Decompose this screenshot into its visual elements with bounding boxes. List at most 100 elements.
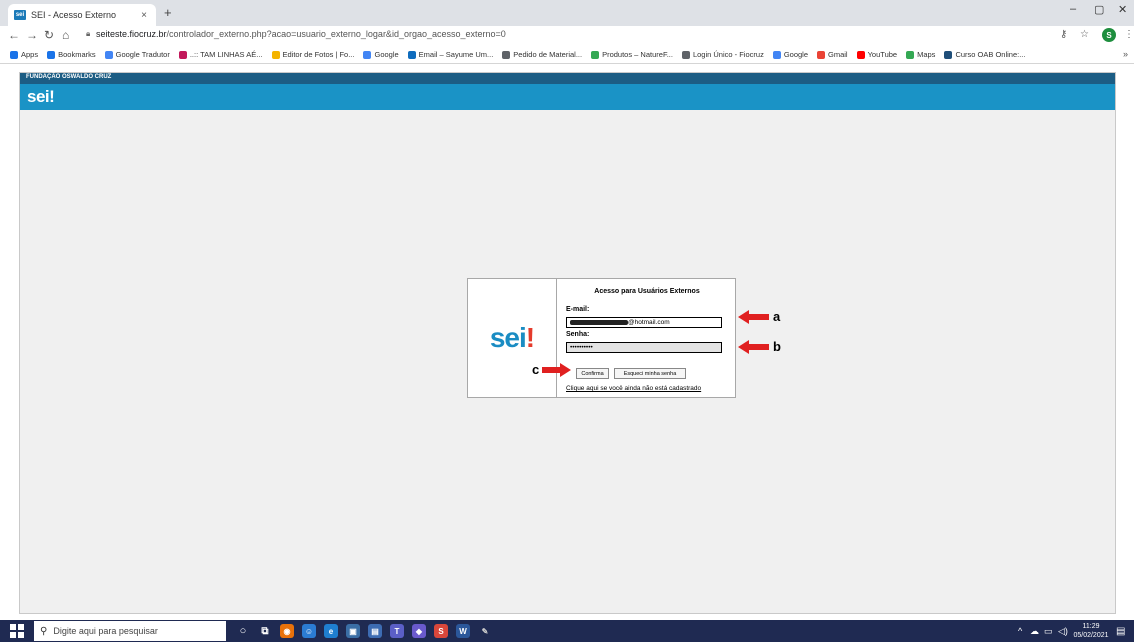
taskbar-search-placeholder: Digite aqui para pesquisar <box>53 626 158 636</box>
paint-taskbar-icon[interactable]: ✎ <box>478 624 492 638</box>
bookmark-item[interactable]: ..:: TAM LINHAS AÉ... <box>178 50 263 59</box>
bookmark-item[interactable]: Bookmarks <box>47 50 96 59</box>
maps-icon <box>906 50 915 59</box>
bookmark-item[interactable]: Maps <box>906 50 935 59</box>
chrome-taskbar-icon[interactable]: ◉ <box>280 624 294 638</box>
sei-logo-large-bang: ! <box>525 322 535 353</box>
search-icon: ⚲ <box>40 625 48 637</box>
bookmark-item[interactable]: Google <box>363 50 399 59</box>
forward-arrow-icon[interactable]: → <box>26 28 38 42</box>
bookmark-item[interactable]: Editor de Fotos | Fo... <box>271 50 354 59</box>
bookmark-label: Google <box>374 50 399 59</box>
bookmark-item[interactable]: Login Único - Fiocruz <box>681 50 764 59</box>
task-view-icon[interactable]: ⧉ <box>258 624 272 638</box>
google-icon <box>772 50 781 59</box>
files-taskbar-icon[interactable]: ▤ <box>368 624 382 638</box>
people-taskbar-icon[interactable]: ☺ <box>302 624 316 638</box>
close-window-button[interactable]: ✕ <box>1118 3 1127 16</box>
google-icon <box>363 50 372 59</box>
maximize-button[interactable]: ▢ <box>1094 3 1104 16</box>
skype-taskbar-icon[interactable]: S <box>434 624 448 638</box>
taskbar-clock[interactable]: 11:29 05/02/2021 <box>1072 622 1110 640</box>
bookmark-item[interactable]: Google <box>772 50 808 59</box>
photo-editor-icon <box>271 50 280 59</box>
tab-close-icon[interactable]: × <box>138 10 150 21</box>
tab-sei-acesso-externo[interactable]: sei SEI - Acesso Externo × <box>8 4 156 26</box>
bookmark-label: Produtos – NatureF... <box>602 50 673 59</box>
bookmark-label: ..:: TAM LINHAS AÉ... <box>189 50 263 59</box>
taskbar-search[interactable]: ⚲ Digite aqui para pesquisar <box>34 621 226 641</box>
sei-logo[interactable]: sei! <box>27 87 55 107</box>
gmail-icon <box>817 50 826 59</box>
bookmark-label: Google Tradutor <box>115 50 170 59</box>
tab-title: SEI - Acesso Externo <box>31 10 117 20</box>
annotation-label-a: a <box>773 309 781 324</box>
bookmark-label: Maps <box>917 50 936 59</box>
reload-icon[interactable]: ↻ <box>44 28 54 42</box>
cloud-icon[interactable]: ☁ <box>1030 626 1039 637</box>
bookmark-label: Curso OAB Online:... <box>955 50 1026 59</box>
sei-logo-text: sei <box>27 87 50 106</box>
sei-header: sei! <box>20 84 1115 110</box>
annotation-arrow-b-icon <box>738 340 769 354</box>
email-label: E-mail: <box>566 306 590 313</box>
login-logo-panel: sei! <box>468 279 557 397</box>
annotation-label-c: c <box>532 362 540 377</box>
bookmark-label: Login Único - Fiocruz <box>692 50 764 59</box>
org-banner: FUNDAÇÃO OSWALDO CRUZ <box>20 73 1115 84</box>
bookmark-item[interactable]: Apps <box>10 50 38 59</box>
bookmark-label: Apps <box>21 50 39 59</box>
bookmark-item[interactable]: YouTube <box>856 50 898 59</box>
bookmarks-bar: Apps Bookmarks Google Tradutor ..:: TAM LIN… <box>0 46 1134 64</box>
chevron-up-icon[interactable]: ^ <box>1018 626 1022 636</box>
sei-logo-large: sei! <box>490 322 535 354</box>
address-bar[interactable]: seiteste.fiocruz.br/controlador_externo.… <box>96 29 506 39</box>
confirm-button[interactable]: Confirma <box>576 368 609 379</box>
volume-icon[interactable]: ◁) <box>1058 626 1068 637</box>
store-taskbar-icon[interactable]: ▣ <box>346 624 360 638</box>
bookmark-label: YouTube <box>867 50 898 59</box>
minimize-button[interactable]: – <box>1070 3 1076 15</box>
bookmark-item[interactable]: Email – Sayume Um... <box>407 50 494 59</box>
bookmark-item[interactable]: Google Tradutor <box>104 50 170 59</box>
browser-toolbar: ← → ↻ ⌂ 🔒︎ seiteste.fiocruz.br/controlad… <box>0 26 1134 46</box>
url-path: /controlador_externo.php?acao=usuario_ex… <box>166 29 506 39</box>
edge-taskbar-icon[interactable]: e <box>324 624 338 638</box>
page-viewport: FUNDAÇÃO OSWALDO CRUZ sei! sei! Acesso p… <box>0 64 1134 620</box>
home-icon[interactable]: ⌂ <box>62 28 69 42</box>
profile-avatar[interactable]: S <box>1102 28 1116 42</box>
course-icon <box>944 50 953 59</box>
teams-taskbar-icon[interactable]: T <box>390 624 404 638</box>
new-tab-button[interactable]: + <box>164 5 172 20</box>
back-arrow-icon[interactable]: ← <box>8 28 20 42</box>
notifications-icon[interactable]: ▤ <box>1116 626 1125 637</box>
bookmark-item[interactable]: Curso OAB Online:... <box>944 50 1025 59</box>
windows-taskbar: ⚲ Digite aqui para pesquisar ○ ⧉ ◉ ☺ e ▣… <box>0 620 1134 642</box>
bookmark-star-icon[interactable]: ☆ <box>1080 29 1089 40</box>
bookmarks-overflow-icon[interactable]: » <box>1123 49 1128 59</box>
lock-icon[interactable]: 🔒︎ <box>86 29 90 39</box>
key-icon[interactable]: ⚷ <box>1060 29 1067 40</box>
word-taskbar-icon[interactable]: W <box>456 624 470 638</box>
app-taskbar-icon[interactable]: ◆ <box>412 624 426 638</box>
bookmark-item[interactable]: Pedido de Material... <box>502 50 582 59</box>
cortana-icon[interactable]: ○ <box>236 624 250 638</box>
annotation-arrow-a-icon <box>738 310 769 324</box>
clock-date: 05/02/2021 <box>1073 632 1109 639</box>
more-menu-icon[interactable]: ⋮ <box>1124 29 1134 40</box>
bookmark-label: Bookmarks <box>58 50 96 59</box>
bookmark-item[interactable]: Produtos – NatureF... <box>591 50 673 59</box>
password-field[interactable]: •••••••••• <box>566 342 722 353</box>
bookmark-label: Pedido de Material... <box>513 50 583 59</box>
network-icon[interactable]: ▭ <box>1044 626 1053 637</box>
forgot-password-button[interactable]: Esqueci minha senha <box>614 368 686 379</box>
tam-icon <box>178 50 187 59</box>
bookmark-item[interactable]: Gmail <box>817 50 848 59</box>
password-label: Senha: <box>566 331 590 338</box>
clock-time: 11:29 <box>1082 623 1100 630</box>
email-field[interactable]: @hotmail.com <box>566 317 722 328</box>
register-link[interactable]: Clique aqui se você ainda não está cadas… <box>566 385 701 392</box>
bookmark-label: Email – Sayume Um... <box>418 50 494 59</box>
url-host: seiteste.fiocruz.br <box>96 29 167 39</box>
windows-start-icon[interactable] <box>10 624 24 638</box>
